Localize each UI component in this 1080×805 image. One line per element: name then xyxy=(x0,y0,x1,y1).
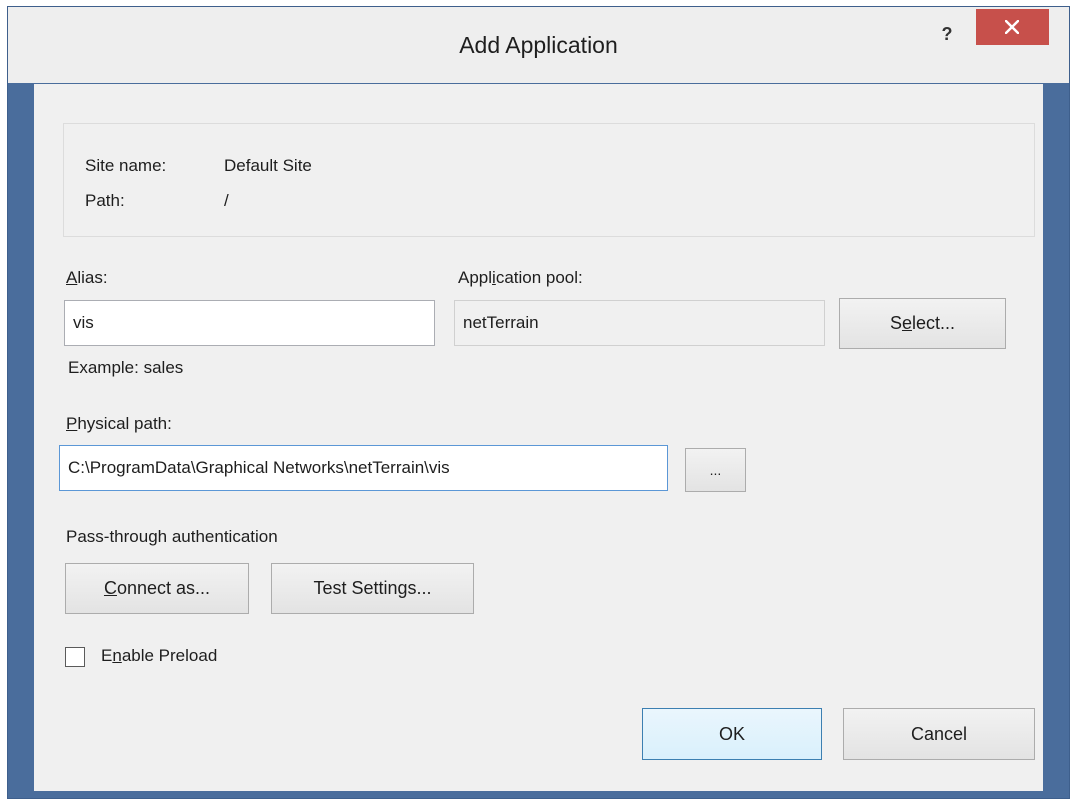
cancel-button[interactable]: Cancel xyxy=(843,708,1035,760)
test-settings-label-pre: Test Settin xyxy=(313,578,398,598)
alias-example: Example: sales xyxy=(68,358,184,377)
add-application-dialog: Add Application ? Site name: Default Sit… xyxy=(7,6,1070,799)
select-label-pre: S xyxy=(889,313,902,333)
alias-label-access-key: A xyxy=(66,268,78,287)
enable-preload-label-pre: E xyxy=(101,646,113,665)
enable-preload-label-access-key: n xyxy=(112,646,122,665)
connect-as-label-text: onnect as... xyxy=(116,578,211,598)
alias-label-text: lias: xyxy=(77,268,108,287)
test-settings-button[interactable]: Test Settin g s... xyxy=(271,563,474,614)
physical-path-input[interactable]: C:\ProgramData\Graphical Networks\netTer… xyxy=(59,445,668,491)
application-pool-field: netTerrain xyxy=(454,300,825,346)
dialog-title: Add Application xyxy=(459,32,618,58)
enable-preload-label[interactable]: Enable Preload xyxy=(101,646,217,666)
site-name-value: Default Site xyxy=(224,156,312,175)
pass-through-authentication-heading: Pass-through authentication xyxy=(66,527,278,546)
help-button[interactable]: ? xyxy=(936,23,958,45)
select-label-access-key: e xyxy=(901,313,912,333)
test-settings-label-access-key: g xyxy=(397,578,408,598)
site-name-label: Site name: xyxy=(85,156,167,175)
select-button[interactable]: Se lect... xyxy=(839,298,1006,349)
alias-input[interactable]: vis xyxy=(64,300,435,346)
close-button[interactable] xyxy=(976,9,1049,45)
alias-label: Alias: xyxy=(66,268,108,288)
select-label-post: lect... xyxy=(912,313,956,333)
title-bar[interactable]: Add Application ? xyxy=(8,7,1069,83)
dialog-body: Site name: Default Site Path: / Alias: v… xyxy=(34,84,1043,791)
path-value: / xyxy=(224,191,229,210)
close-icon xyxy=(1005,20,1019,34)
test-settings-label-post: s... xyxy=(407,578,432,598)
connect-as-label-access-key: C xyxy=(103,578,117,598)
path-label: Path: xyxy=(85,191,125,210)
ok-button[interactable]: OK xyxy=(642,708,822,760)
physical-path-label-access-key: P xyxy=(66,414,78,433)
application-pool-label-pre: Appl xyxy=(458,268,493,287)
application-pool-label-post: cation pool: xyxy=(495,268,583,287)
browse-button[interactable]: ... xyxy=(685,448,746,492)
physical-path-label-text: hysical path: xyxy=(77,414,172,433)
enable-preload-checkbox[interactable] xyxy=(65,647,85,667)
application-pool-label: Application pool: xyxy=(458,268,583,288)
site-info-group: Site name: Default Site Path: / xyxy=(63,123,1035,237)
physical-path-label: Physical path: xyxy=(66,414,172,434)
connect-as-button[interactable]: Connect as... xyxy=(65,563,249,614)
enable-preload-label-post: able Preload xyxy=(121,646,218,665)
